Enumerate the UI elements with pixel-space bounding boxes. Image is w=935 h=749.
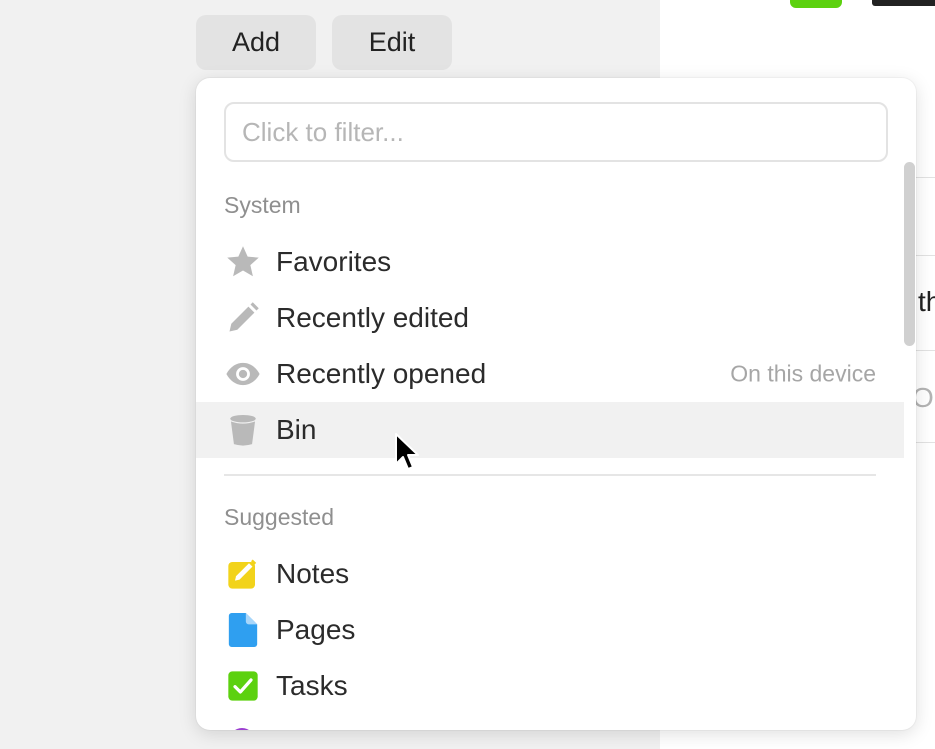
menu-item-notes[interactable]: Notes (196, 546, 904, 602)
menu-item-tasks[interactable]: Tasks (196, 658, 904, 714)
menu-item-label: Recently edited (276, 302, 470, 333)
checkbox-icon (225, 668, 261, 704)
eye-icon (225, 356, 261, 392)
section-label-system: System (224, 192, 301, 218)
background-text-fragment: th (918, 286, 935, 317)
menu-item-bin[interactable]: Bin (196, 402, 904, 458)
location-popup: System Favorites Recently edited Recentl… (196, 78, 916, 730)
mouse-cursor-icon (395, 433, 419, 470)
scrollbar[interactable] (904, 162, 915, 346)
menu-item-recently-opened[interactable]: Recently opened On this device (196, 346, 904, 402)
page-icon (225, 612, 261, 648)
menu-item-label: Tasks (276, 670, 348, 701)
menu-item-label: Favorites (276, 246, 392, 277)
section-label-suggested: Suggested (224, 504, 334, 530)
menu-item-label: Recently opened (276, 358, 487, 389)
bin-icon (225, 412, 261, 448)
collection-icon (229, 728, 255, 730)
menu-item-favorites[interactable]: Favorites (196, 234, 904, 290)
device-hint: On this device (730, 360, 876, 387)
title-fragment (872, 0, 935, 6)
star-icon (225, 244, 261, 280)
menu-item-pages[interactable]: Pages (196, 602, 904, 658)
notes-icon (225, 556, 261, 592)
menu-item-label: Notes (276, 558, 350, 589)
filter-input[interactable] (224, 102, 888, 162)
pencil-icon (225, 300, 261, 336)
menu-item-label: Bin (276, 414, 317, 445)
menu-item-recently-edited[interactable]: Recently edited (196, 290, 904, 346)
menu-item-label: Pages (276, 614, 356, 645)
add-button[interactable]: Add (196, 15, 316, 70)
green-tile-icon (790, 0, 842, 8)
edit-button[interactable]: Edit (332, 15, 452, 70)
section-divider (224, 474, 876, 476)
